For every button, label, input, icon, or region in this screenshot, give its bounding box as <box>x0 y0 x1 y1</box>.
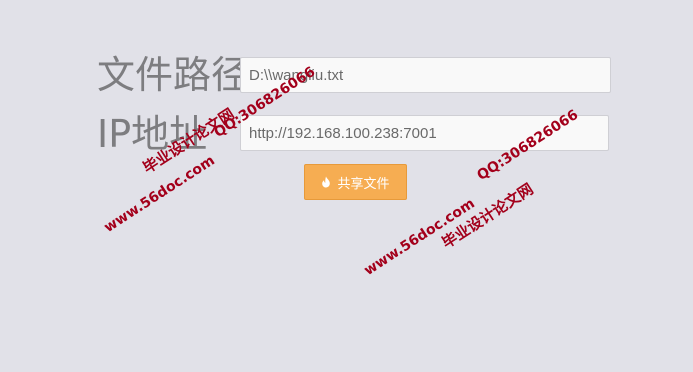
file-path-label: 文件路径 <box>97 53 250 97</box>
share-file-button-label: 共享文件 <box>337 176 390 192</box>
fire-icon <box>321 176 331 188</box>
share-file-button[interactable]: 共享文件 <box>304 164 407 200</box>
watermark-cn-2: 毕业设计论文网 <box>438 179 537 253</box>
watermark-site-2: www.56doc.com <box>361 195 478 279</box>
ip-address-label: IP地址 <box>97 112 208 156</box>
ip-address-input[interactable] <box>240 115 609 151</box>
watermark-site-1: www.56doc.com <box>101 152 218 236</box>
file-path-input[interactable] <box>240 57 611 93</box>
